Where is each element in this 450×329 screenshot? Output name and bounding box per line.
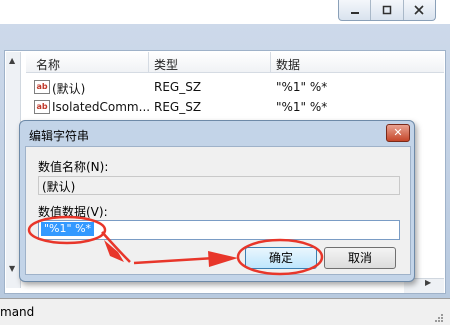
restore-button[interactable] [371,0,404,20]
row-type: REG_SZ [154,100,202,114]
restore-icon [382,5,392,15]
string-value-icon: ab [34,80,50,94]
value-data-selected-text[interactable]: "%1" %* [41,222,95,236]
row-name[interactable]: IsolatedComm... [52,100,150,114]
row-data: "%1" %* [276,100,328,114]
string-value-icon: ab [34,100,50,114]
value-data-label: 数值数据(V): [38,205,108,219]
status-bar [0,298,450,325]
cancel-button[interactable]: 取消 [324,247,396,269]
dialog-close-button[interactable]: ✕ [386,124,410,142]
row-name[interactable]: (默认) [52,80,85,97]
value-name-text: (默认) [42,180,76,194]
dialog-title: 编辑字符串 [29,129,90,143]
resize-grip-icon[interactable] [433,312,445,324]
column-name-header[interactable]: 名称 [36,56,60,73]
column-data-header[interactable]: 数据 [276,56,300,73]
minimize-button[interactable] [339,0,372,20]
scroll-down-arrow-icon[interactable]: ▼ [9,264,15,273]
close-icon [414,5,424,15]
row-data: "%1" %* [276,80,328,94]
row-type: REG_SZ [154,80,202,94]
list-column-header [26,52,444,73]
window-controls [338,0,436,21]
scroll-right-arrow-icon[interactable]: ▶ [425,278,431,287]
column-type-header[interactable]: 类型 [154,56,178,73]
column-divider[interactable] [148,52,149,72]
minimize-icon [350,12,359,14]
value-name-label: 数值名称(N): [38,160,109,174]
value-name-field [38,176,400,195]
column-divider[interactable] [270,52,271,72]
close-icon: ✕ [393,126,403,139]
ok-button[interactable]: 确定 [245,247,317,269]
scroll-up-arrow-icon[interactable]: ▲ [9,56,15,65]
status-path: mand [0,305,35,319]
close-button[interactable] [404,0,435,20]
